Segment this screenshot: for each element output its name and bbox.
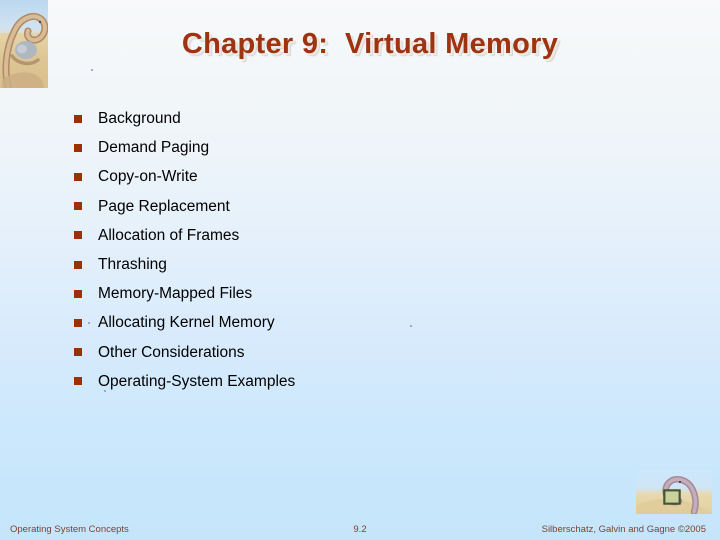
list-item[interactable]: Other Considerations [74,338,634,367]
square-bullet-icon [74,289,82,298]
list-item[interactable]: Copy-on-Write [74,162,634,191]
list-item[interactable]: Demand Paging [74,133,634,162]
dinosaur-figure-icon [2,13,48,88]
square-bullet-icon [74,318,82,327]
slide-canvas: Chapter 9: Virtual Memory Background Dem… [0,0,720,540]
list-item-label: Other Considerations [98,343,245,361]
list-item[interactable]: Operating-System Examples [74,367,634,396]
square-bullet-icon [74,348,82,357]
list-item-label: Allocation of Frames [98,226,240,244]
square-bullet-icon [74,172,82,181]
square-bullet-icon [74,143,82,152]
list-item[interactable]: Page Replacement [74,192,634,221]
list-item-label: Allocating Kernel Memory [98,314,275,332]
footer-copyright: Silberschatz, Galvin and Gagne ©2005 [541,524,706,535]
list-item[interactable]: Thrashing [74,250,634,279]
list-item-label: Page Replacement [98,197,230,215]
square-bullet-icon [74,260,82,269]
square-bullet-icon [74,202,82,211]
dinosaur-cover-illustration [0,0,48,88]
speck-artifact [91,69,93,71]
square-bullet-icon [74,114,82,123]
list-item-label: Background [98,110,181,128]
list-item[interactable]: Allocating Kernel Memory [74,308,634,337]
list-item-label: Demand Paging [98,139,210,157]
list-item[interactable]: Allocation of Frames [74,221,634,250]
list-item-label: Operating-System Examples [98,372,296,390]
list-item-label: Memory-Mapped Files [98,285,253,303]
bullet-list: Background Demand Paging Copy-on-Write P… [74,104,634,396]
page-title: Chapter 9: Virtual Memory [181,28,559,60]
list-item-label: Copy-on-Write [98,168,198,186]
list-item[interactable]: Background [74,104,634,133]
square-bullet-icon [74,231,82,240]
square-bullet-icon [74,377,82,386]
list-item-label: Thrashing [98,256,167,273]
dinosaur-reading-icon [636,476,712,514]
dinosaur-with-book-illustration [636,470,712,514]
list-item[interactable]: Memory-Mapped Files [74,279,634,308]
